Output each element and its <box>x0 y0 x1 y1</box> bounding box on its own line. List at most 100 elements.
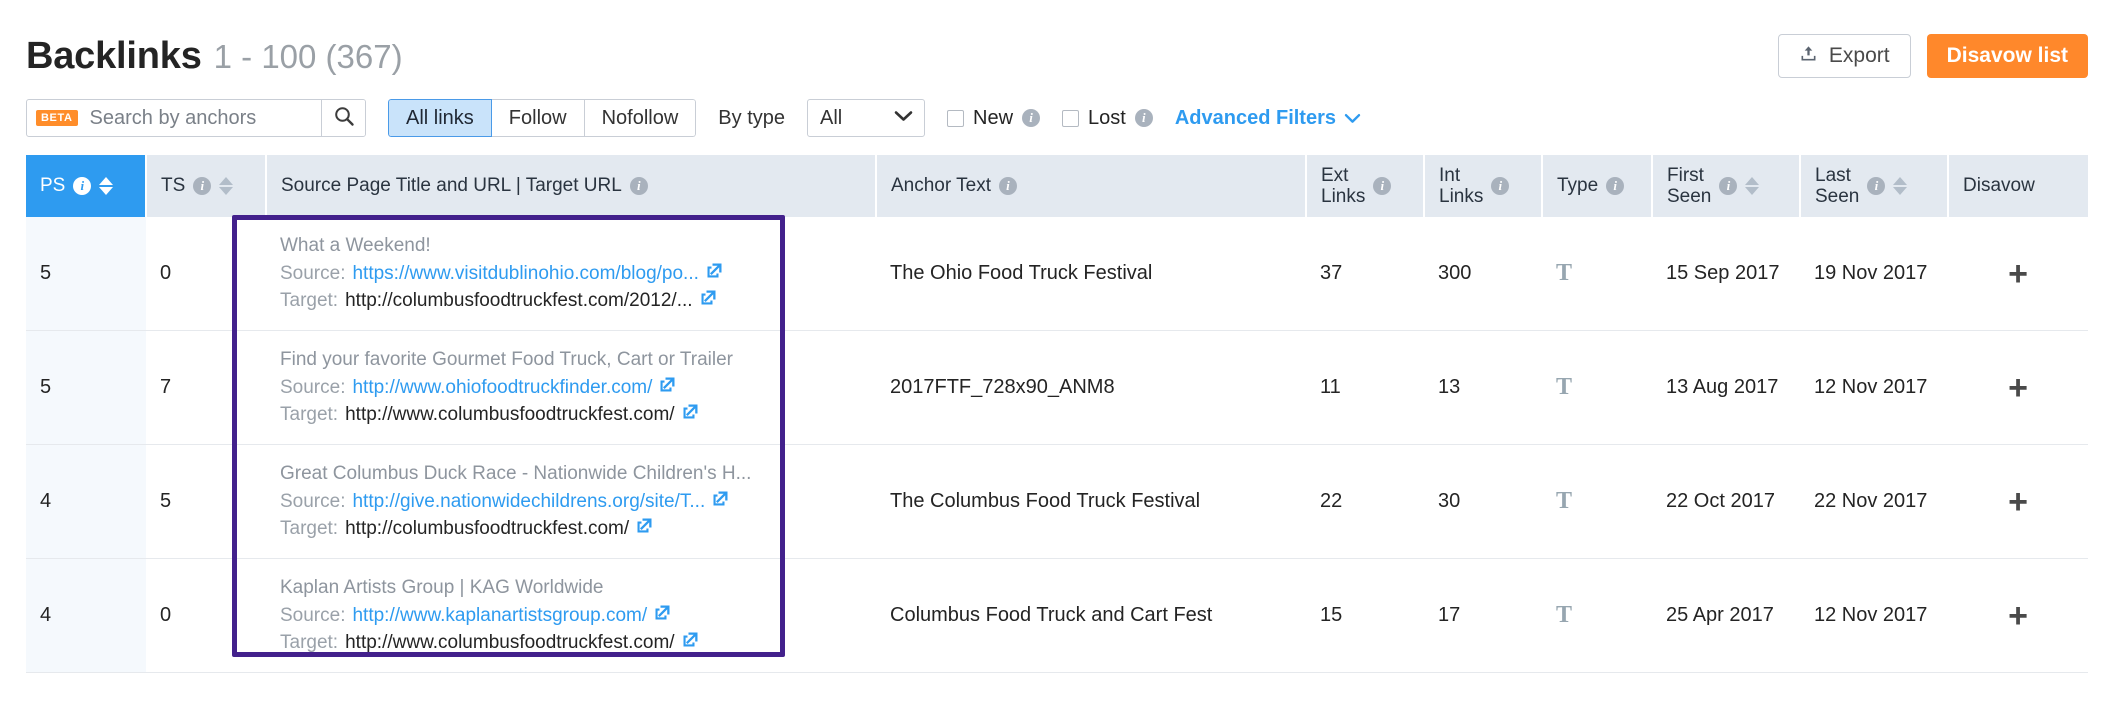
cell-anchor-text: 2017FTF_728x90_ANM8 <box>876 330 1306 445</box>
cell-first-seen: 25 Apr 2017 <box>1652 558 1800 673</box>
segment-all-links[interactable]: All links <box>388 99 492 137</box>
last-seen-info-icon[interactable]: i <box>1867 177 1886 195</box>
ts-sort-toggle[interactable] <box>219 176 234 195</box>
table-row[interactable]: 4 5 Great Columbus Duck Race - Nationwid… <box>26 444 2088 559</box>
source-url-line: Source: http://www.ohiofoodtruckfinder.c… <box>280 376 862 399</box>
type-info-icon[interactable]: i <box>1606 176 1625 195</box>
anchor-info-icon[interactable]: i <box>998 176 1017 195</box>
add-to-disavow-button[interactable]: + <box>2008 257 2028 291</box>
column-header-last-seen[interactable]: Last Seen i <box>1800 155 1949 217</box>
column-header-ts[interactable]: TS i <box>146 155 267 217</box>
search-inner: BETA <box>27 100 321 136</box>
source-url-link[interactable]: https://www.visitdublinohio.com/blog/po.… <box>352 263 698 285</box>
first-seen-sort-toggle[interactable] <box>1745 177 1760 195</box>
lost-checkbox-box[interactable] <box>1062 109 1080 127</box>
chevron-down-icon <box>1344 107 1361 130</box>
table-header-row: PS i TS i Source Page Title and URL | Ta… <box>26 155 2088 217</box>
first-seen-info-icon[interactable]: i <box>1719 177 1738 195</box>
target-url-link[interactable]: http://columbusfoodtruckfest.com/ <box>345 518 629 540</box>
column-header-type-label: Type <box>1557 175 1599 197</box>
cell-ts: 0 <box>146 217 266 331</box>
new-checkbox-box[interactable] <box>947 109 964 127</box>
external-link-icon[interactable] <box>700 289 717 312</box>
cell-ext-links: 22 <box>1306 444 1424 559</box>
column-header-ext-links-line2: Links <box>1321 186 1366 207</box>
search-submit-button[interactable] <box>321 100 365 136</box>
title-area: Backlinks 1 - 100 (367) <box>26 35 403 78</box>
add-to-disavow-button[interactable]: + <box>2008 371 2028 405</box>
external-link-icon[interactable] <box>636 517 653 540</box>
new-info-icon[interactable]: i <box>1022 109 1041 127</box>
lost-info-icon[interactable]: i <box>1134 109 1153 127</box>
external-link-icon[interactable] <box>706 262 723 285</box>
search-box: BETA <box>26 99 366 137</box>
column-header-first-seen-line2: Seen <box>1667 186 1712 207</box>
header-actions: Export Disavow list <box>1777 34 2088 78</box>
column-header-int-links-line1: Int <box>1439 164 1461 186</box>
int-links-info-icon[interactable]: i <box>1491 177 1510 195</box>
ps-sort-toggle[interactable] <box>99 176 114 195</box>
search-icon <box>333 105 355 132</box>
external-link-icon[interactable] <box>654 604 671 627</box>
by-type-label: By type <box>718 106 785 129</box>
cell-last-seen: 22 Nov 2017 <box>1800 444 1948 559</box>
lost-filter-checkbox[interactable]: Lost i <box>1062 107 1153 130</box>
source-page-title: Kaplan Artists Group | KAG Worldwide <box>280 577 604 598</box>
target-url-link[interactable]: http://columbusfoodtruckfest.com/2012/..… <box>345 290 692 312</box>
by-type-select[interactable]: All <box>807 99 925 137</box>
table-row[interactable]: 5 7 Find your favorite Gourmet Food Truc… <box>26 330 2088 445</box>
source-url-link[interactable]: http://www.kaplanartistsgroup.com/ <box>352 605 647 627</box>
column-header-first-seen[interactable]: First Seen i <box>1652 155 1801 217</box>
backlinks-page: Backlinks 1 - 100 (367) Export Disavow l… <box>0 0 2114 716</box>
cell-disavow: + <box>1948 330 2088 445</box>
ts-info-icon[interactable]: i <box>193 176 212 195</box>
segment-follow[interactable]: Follow <box>491 99 585 137</box>
external-link-icon[interactable] <box>682 631 699 654</box>
source-url-link[interactable]: http://give.nationwidechildrens.org/site… <box>352 491 705 513</box>
cell-anchor-text: Columbus Food Truck and Cart Fest <box>876 558 1306 673</box>
cell-ts: 7 <box>146 330 266 445</box>
source-prefix: Source: <box>280 262 346 284</box>
column-header-anchor: Anchor Text i <box>876 155 1307 217</box>
source-info-icon[interactable]: i <box>629 176 648 195</box>
cell-type: T <box>1542 444 1652 559</box>
cell-ps: 5 <box>26 217 146 331</box>
target-prefix: Target: <box>280 289 339 311</box>
source-url-line: Source: http://give.nationwidechildrens.… <box>280 490 862 513</box>
cell-last-seen: 12 Nov 2017 <box>1800 330 1948 445</box>
export-button[interactable]: Export <box>1777 34 1911 78</box>
external-link-icon[interactable] <box>682 403 699 426</box>
export-button-label: Export <box>1828 44 1890 67</box>
disavow-list-button[interactable]: Disavow list <box>1926 34 2088 78</box>
target-url-line: Target: http://columbusfoodtruckfest.com… <box>280 517 862 540</box>
cell-last-seen: 19 Nov 2017 <box>1800 217 1948 331</box>
source-url-link[interactable]: http://www.ohiofoodtruckfinder.com/ <box>352 377 652 399</box>
target-url-line: Target: http://www.columbusfoodtruckfest… <box>280 631 862 654</box>
segment-nofollow[interactable]: Nofollow <box>584 99 697 137</box>
search-input[interactable] <box>87 105 312 131</box>
cell-disavow: + <box>1948 444 2088 559</box>
type-text-icon: T <box>1556 602 1573 628</box>
target-url-link[interactable]: http://www.columbusfoodtruckfest.com/ <box>345 632 674 654</box>
sort-descending-icon <box>1745 187 1760 195</box>
column-header-last-seen-line2: Seen <box>1815 186 1860 207</box>
target-url-link[interactable]: http://www.columbusfoodtruckfest.com/ <box>345 404 674 426</box>
advanced-filters-toggle[interactable]: Advanced Filters <box>1175 107 1361 130</box>
filter-toolbar: BETA All links Follow Nofollow By type A… <box>0 86 2114 142</box>
column-header-ps[interactable]: PS i <box>26 155 147 217</box>
table-row[interactable]: 4 0 Kaplan Artists Group | KAG Worldwide… <box>26 558 2088 673</box>
ps-info-icon[interactable]: i <box>73 176 92 195</box>
sort-descending-icon <box>99 186 114 195</box>
external-link-icon[interactable] <box>659 376 676 399</box>
add-to-disavow-button[interactable]: + <box>2008 485 2028 519</box>
last-seen-sort-toggle[interactable] <box>1893 177 1908 195</box>
external-link-icon[interactable] <box>712 490 729 513</box>
table-row[interactable]: 5 0 What a Weekend! Source: https://www.… <box>26 217 2088 331</box>
target-url-line: Target: http://www.columbusfoodtruckfest… <box>280 403 862 426</box>
add-to-disavow-button[interactable]: + <box>2008 599 2028 633</box>
cell-type: T <box>1542 330 1652 445</box>
ext-links-info-icon[interactable]: i <box>1373 177 1392 195</box>
new-filter-checkbox[interactable]: New i <box>947 107 1041 130</box>
source-page-title: What a Weekend! <box>280 235 431 256</box>
cell-ext-links: 15 <box>1306 558 1424 673</box>
